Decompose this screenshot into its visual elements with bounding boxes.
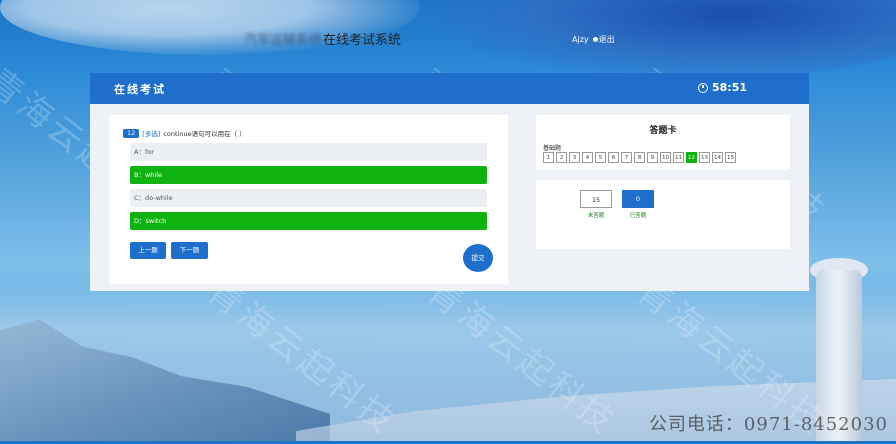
timer-value: 58:51: [711, 81, 747, 94]
answer-cell[interactable]: 4: [582, 152, 593, 163]
answer-cell[interactable]: 15: [725, 152, 736, 163]
exam-title: 在线考试: [114, 83, 166, 96]
answered-label: 已答题: [629, 213, 647, 219]
answer-card-title: 答题卡: [649, 126, 677, 136]
unanswered-count: 15: [580, 190, 612, 208]
top-bar: 汽车运输系统在线考试系统 Ajzy 退出: [0, 0, 896, 70]
answer-cell[interactable]: 2: [556, 152, 567, 163]
logout-link[interactable]: 退出: [592, 34, 615, 45]
prev-question-button[interactable]: 上一题: [130, 242, 166, 259]
answer-cell[interactable]: 11: [673, 152, 684, 163]
answer-cell[interactable]: 10: [660, 152, 671, 163]
answer-cell[interactable]: 8: [634, 152, 645, 163]
answer-cell[interactable]: 1: [543, 152, 554, 163]
answer-card-section: 基础题: [543, 145, 562, 152]
legend-answered: 0 已答题: [622, 190, 654, 219]
site-title: 在线考试系统: [323, 33, 402, 48]
clock-icon: [697, 82, 708, 93]
question-type: [多选]: [142, 130, 161, 138]
answer-cell[interactable]: 7: [621, 152, 632, 163]
answer-grid: 1 2 3 4 5 6 7 8 9 10 11 12 13 14 15: [543, 152, 736, 163]
option-d[interactable]: D：switch: [130, 212, 487, 230]
answer-cell[interactable]: 9: [647, 152, 658, 163]
question-number: 12: [123, 128, 140, 138]
countdown-timer: 58:51: [697, 81, 747, 94]
site-brand: 汽车运输系统在线考试系统: [244, 29, 401, 48]
answer-cell[interactable]: 14: [712, 152, 723, 163]
answer-cell[interactable]: 12: [686, 152, 697, 163]
question-text: continue语句可以用在（ ）: [163, 130, 246, 138]
answer-cell[interactable]: 13: [699, 152, 710, 163]
option-a[interactable]: A：for: [130, 143, 487, 161]
user-menu: Ajzy 退出: [572, 34, 615, 45]
site-name-blurred: 汽车运输系统: [244, 33, 323, 48]
next-question-button[interactable]: 下一题: [171, 242, 208, 259]
answer-legend: 15 未答题 0 已答题: [536, 180, 790, 249]
question-line: 12 [多选] continue语句可以用在（ ）: [123, 128, 246, 138]
unanswered-label: 未答题: [587, 213, 605, 219]
answer-card: 答题卡 基础题 1 2 3 4 5 6 7 8 9 10 11 12 13 14 15: [536, 115, 790, 170]
option-c[interactable]: C：do-while: [130, 189, 487, 207]
answered-count: 0: [622, 190, 654, 208]
question-box: 12 [多选] continue语句可以用在（ ） A：for B：while …: [109, 115, 508, 284]
submit-button[interactable]: 提交: [463, 244, 493, 272]
username-link[interactable]: Ajzy: [572, 35, 589, 44]
exam-header: 在线考试 58:51: [90, 73, 809, 104]
company-phone: 公司电话：0971-8452030: [648, 414, 888, 435]
answer-cell[interactable]: 3: [569, 152, 580, 163]
logout-icon: [592, 37, 598, 42]
logout-label: 退出: [598, 35, 615, 44]
option-b[interactable]: B：while: [130, 166, 487, 184]
answer-cell[interactable]: 6: [608, 152, 619, 163]
answer-cell[interactable]: 5: [595, 152, 606, 163]
legend-unanswered: 15 未答题: [580, 190, 612, 219]
exam-panel: 在线考试 58:51 12 [多选] continue语句可以用在（ ） A：f…: [90, 73, 809, 291]
